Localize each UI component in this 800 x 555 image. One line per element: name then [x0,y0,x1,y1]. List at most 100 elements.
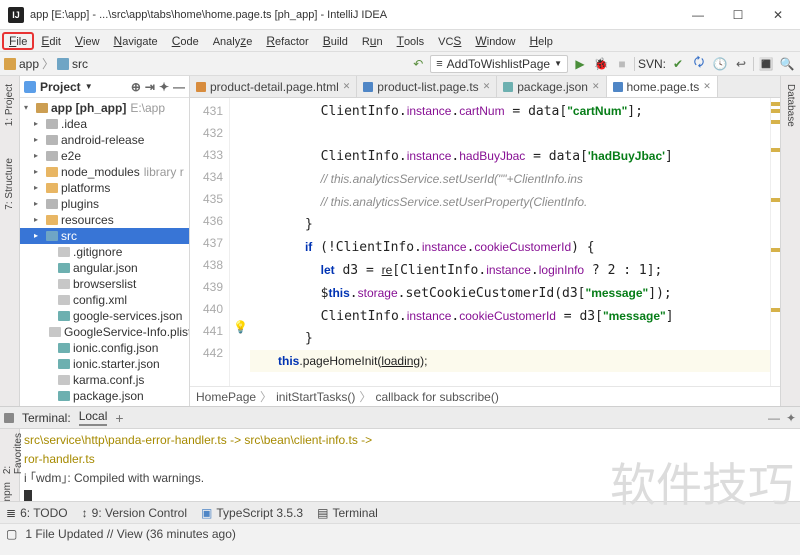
editor-tab[interactable]: product-detail.page.html✕ [190,76,357,97]
toolwindow-typescript[interactable]: ▣ TypeScript 3.5.3 [201,506,303,520]
crumb-3[interactable]: callback for subscribe() [375,390,498,404]
tree-row[interactable]: .gitignore [20,244,189,260]
menu-tools[interactable]: Tools [390,32,432,50]
toolstrip-npm[interactable]: npm [0,478,19,505]
menu-refactor[interactable]: Refactor [259,32,315,50]
window-controls: — ☐ ✕ [678,0,798,30]
crumb-2[interactable]: initStartTasks() [276,390,355,404]
vcs-check-icon[interactable]: ✔ [669,55,687,73]
filetype-icon [613,82,623,92]
menu-navigate[interactable]: Navigate [107,32,165,50]
menu-edit[interactable]: Edit [34,32,68,50]
statusbar-disclosure-icon[interactable]: ▢ [6,527,17,541]
menu-analyze[interactable]: Analyze [206,32,260,50]
close-button[interactable]: ✕ [758,0,798,30]
left-tool-strip: 1: Project 7: Structure [0,76,20,406]
run-config-dropdown[interactable]: ≡ AddToWishlistPage ▼ [430,55,568,73]
menu-help[interactable]: Help [523,32,560,50]
tree-row-src[interactable]: ▸ src [20,228,189,244]
tree-row[interactable]: browserslist [20,276,189,292]
vcs-history-icon[interactable]: 🕓 [711,55,729,73]
menu-file[interactable]: File [2,32,34,50]
tree-row[interactable]: config.xml [20,292,189,308]
toolstrip-project[interactable]: 1: Project [2,80,17,130]
terminal-settings-icon[interactable]: ✦ [786,411,796,425]
menu-build[interactable]: Build [316,32,355,50]
tree-row[interactable]: karma.conf.js [20,372,189,388]
menu-run[interactable]: Run [355,32,390,50]
tree-row[interactable]: ▸resources [20,212,189,228]
close-tab-icon[interactable]: ✕ [703,81,711,92]
editor-tab[interactable]: product-list.page.ts✕ [357,76,497,97]
toolwindow-terminal[interactable]: ▤ Terminal [317,506,378,520]
terminal-tab-local[interactable]: Local [79,409,108,426]
step-back-icon[interactable]: ↶ [409,55,427,73]
tree-row[interactable]: ▸e2e [20,148,189,164]
tree-label: src [61,228,77,244]
editor-pane: product-detail.page.html✕product-list.pa… [190,76,780,406]
window-title: app [E:\app] - ...\src\app\tabs\home\hom… [30,9,678,21]
project-panel-header[interactable]: Project ▼ ⊕ ⇥ ✦ — [20,76,189,98]
editor-tab[interactable]: package.json✕ [497,76,606,97]
close-tab-icon[interactable]: ✕ [343,81,351,92]
tree-row[interactable]: GoogleService-Info.plist [20,324,189,340]
tree-row[interactable]: ▸.idea [20,116,189,132]
editor-tab[interactable]: home.page.ts✕ [607,76,718,98]
src-folder-icon [57,58,69,70]
run-button[interactable]: ▶ [571,55,589,73]
vcs-revert-icon[interactable]: ↩ [732,55,750,73]
editor-body: 431432433434435436437438439440441442 💡 C… [190,98,780,386]
breadcrumb-project[interactable]: app [19,57,39,71]
maximize-button[interactable]: ☐ [718,0,758,30]
debug-button[interactable]: 🐞 [592,55,610,73]
hide-panel-icon[interactable]: — [173,80,185,94]
stop-button[interactable]: ■ [613,55,631,73]
toolwindow-vcs[interactable]: ↕ 9: Version Control [82,506,187,520]
tree-row[interactable]: angular.json [20,260,189,276]
filetype-icon [196,82,206,92]
menu-code[interactable]: Code [165,32,206,50]
error-stripe[interactable] [770,98,780,386]
terminal-minimize-icon[interactable]: — [768,411,780,425]
terminal-toolwindow: Terminal: Local + — ✦ 2: Favorites npm s… [0,406,800,501]
terminal-cursor [24,490,32,501]
tree-label: google-services.json [73,308,182,324]
toolwindow-todo[interactable]: ≣ 6: TODO [6,506,68,520]
toolbar-icon-1[interactable]: 🔳 [757,55,775,73]
toolstrip-structure[interactable]: 7: Structure [2,154,17,214]
tree-row[interactable]: package-lock.json [20,404,189,406]
intention-bulb-icon[interactable]: 💡 [233,320,248,334]
tree-row[interactable]: ▸node_moduleslibrary r [20,164,189,180]
tree-root[interactable]: ▾ app [ph_app] E:\app [20,100,189,116]
terminal-new-tab-button[interactable]: + [115,410,123,426]
tree-label: ionic.config.json [73,340,158,356]
collapse-all-icon[interactable]: ⇥ [145,80,155,94]
settings-dropdown-icon[interactable]: ✦ [159,80,169,94]
terminal-output[interactable]: src\service\http\panda-error-handler.ts … [20,429,800,501]
menu-window[interactable]: Window [468,32,522,50]
breadcrumb-src[interactable]: src [72,57,88,71]
tree-row[interactable]: ionic.starter.json [20,356,189,372]
minimize-button[interactable]: — [678,0,718,30]
tree-row[interactable]: ▸android-release [20,132,189,148]
root-name: app [ph_app] [51,100,126,116]
tree-row[interactable]: google-services.json [20,308,189,324]
tree-row[interactable]: ionic.config.json [20,340,189,356]
select-opened-icon[interactable]: ⊕ [131,80,141,94]
search-everywhere-icon[interactable]: 🔍 [778,55,796,73]
code-area[interactable]: ClientInfo.instance.cartNum = data["cart… [250,98,770,386]
tree-label: browserslist [73,276,136,292]
close-tab-icon[interactable]: ✕ [483,81,491,92]
crumb-1[interactable]: HomePage [196,390,256,404]
menu-view[interactable]: View [68,32,107,50]
tree-row[interactable]: ▸platforms [20,180,189,196]
vcs-update-icon[interactable]: 🗘 [690,55,708,73]
toolstrip-database[interactable]: Database [783,80,798,131]
close-tab-icon[interactable]: ✕ [592,81,600,92]
toolstrip-favorites[interactable]: 2: Favorites [0,429,19,478]
tree-row[interactable]: package.json [20,388,189,404]
project-view-dropdown[interactable]: ▼ [85,82,93,91]
menu-vcs[interactable]: VCS [431,32,468,50]
project-tree[interactable]: ▾ app [ph_app] E:\app ▸.idea▸android-rel… [20,98,189,406]
tree-row[interactable]: ▸plugins [20,196,189,212]
